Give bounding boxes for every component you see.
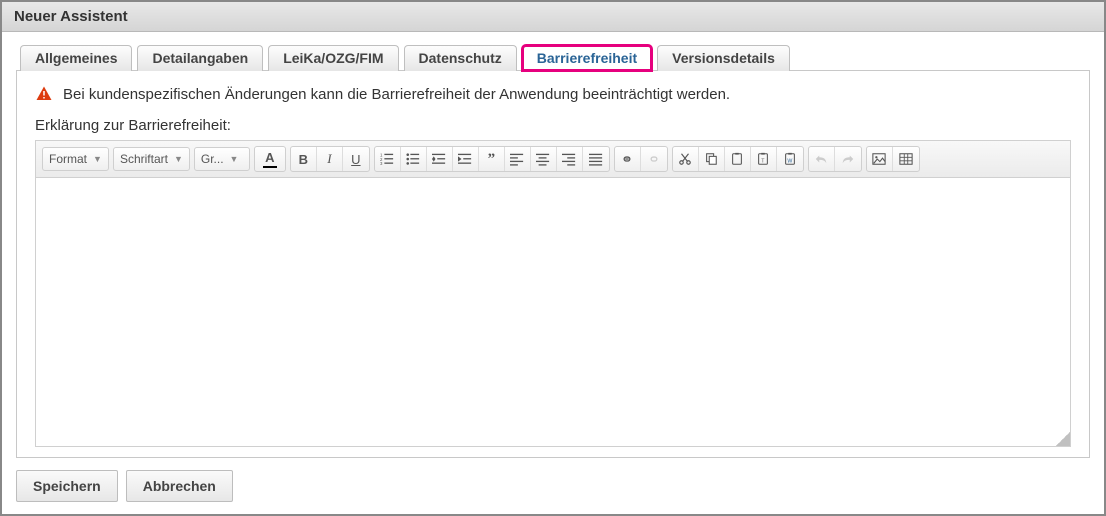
tab-barrierefreiheit[interactable]: Barrierefreiheit <box>522 45 652 71</box>
field-label-erklaerung: Erklärung zur Barrierefreiheit: <box>35 117 1071 134</box>
size-select[interactable]: Gr... ▼ <box>194 147 250 171</box>
svg-text:T: T <box>762 159 766 165</box>
unlink-button[interactable] <box>641 147 667 171</box>
align-justify-button[interactable] <box>583 147 609 171</box>
undo-button[interactable] <box>809 147 835 171</box>
editor-textarea[interactable] <box>36 178 1070 446</box>
blockquote-button[interactable]: ” <box>479 147 505 171</box>
text-color-button[interactable]: A <box>255 147 285 171</box>
caret-down-icon: ▼ <box>93 154 102 164</box>
outdent-button[interactable] <box>427 147 453 171</box>
paste-word-button[interactable]: W <box>777 147 803 171</box>
tab-panel-barrierefreiheit: Bei kundenspezifischen Änderungen kann d… <box>16 71 1090 458</box>
format-select-label: Format <box>49 152 87 166</box>
redo-button[interactable] <box>835 147 861 171</box>
cut-button[interactable] <box>673 147 699 171</box>
bold-button[interactable]: B <box>291 147 317 171</box>
window-title: Neuer Assistent <box>2 2 1104 32</box>
tab-versionsdetails[interactable]: Versionsdetails <box>657 45 790 71</box>
assistant-window: Neuer Assistent Allgemeines Detailangabe… <box>0 0 1106 516</box>
numbered-list-button[interactable]: 123 <box>375 147 401 171</box>
font-select-label: Schriftart <box>120 152 168 166</box>
align-left-button[interactable] <box>505 147 531 171</box>
font-select[interactable]: Schriftart ▼ <box>113 147 190 171</box>
paste-button[interactable] <box>725 147 751 171</box>
size-select-label: Gr... <box>201 152 224 166</box>
svg-text:W: W <box>787 159 792 165</box>
caret-down-icon: ▼ <box>230 154 239 164</box>
link-button[interactable] <box>615 147 641 171</box>
svg-text:3: 3 <box>380 161 383 166</box>
copy-button[interactable] <box>699 147 725 171</box>
warning-row: Bei kundenspezifischen Änderungen kann d… <box>35 85 1071 103</box>
tab-bar: Allgemeines Detailangaben LeiKa/OZG/FIM … <box>16 44 1090 71</box>
table-button[interactable] <box>893 147 919 171</box>
editor-toolbar: Format ▼ Schriftart ▼ Gr... ▼ A <box>36 141 1070 178</box>
save-button[interactable]: Speichern <box>16 470 118 502</box>
rich-text-editor: Format ▼ Schriftart ▼ Gr... ▼ A <box>35 140 1071 447</box>
bullet-list-button[interactable] <box>401 147 427 171</box>
align-right-button[interactable] <box>557 147 583 171</box>
image-button[interactable] <box>867 147 893 171</box>
caret-down-icon: ▼ <box>174 154 183 164</box>
tab-datenschutz[interactable]: Datenschutz <box>404 45 517 71</box>
warning-text: Bei kundenspezifischen Änderungen kann d… <box>63 86 730 103</box>
warning-icon <box>35 85 53 103</box>
underline-button[interactable]: U <box>343 147 369 171</box>
dialog-button-row: Speichern Abbrechen <box>16 470 1090 502</box>
format-select[interactable]: Format ▼ <box>42 147 109 171</box>
content-area: Allgemeines Detailangaben LeiKa/OZG/FIM … <box>2 32 1104 514</box>
paste-plain-button[interactable]: T <box>751 147 777 171</box>
tab-allgemeines[interactable]: Allgemeines <box>20 45 132 71</box>
tab-leika-ozg-fim[interactable]: LeiKa/OZG/FIM <box>268 45 398 71</box>
italic-button[interactable]: I <box>317 147 343 171</box>
cancel-button[interactable]: Abbrechen <box>126 470 233 502</box>
align-center-button[interactable] <box>531 147 557 171</box>
tab-detailangaben[interactable]: Detailangaben <box>137 45 263 71</box>
resize-grip-icon[interactable] <box>1056 432 1070 446</box>
indent-button[interactable] <box>453 147 479 171</box>
